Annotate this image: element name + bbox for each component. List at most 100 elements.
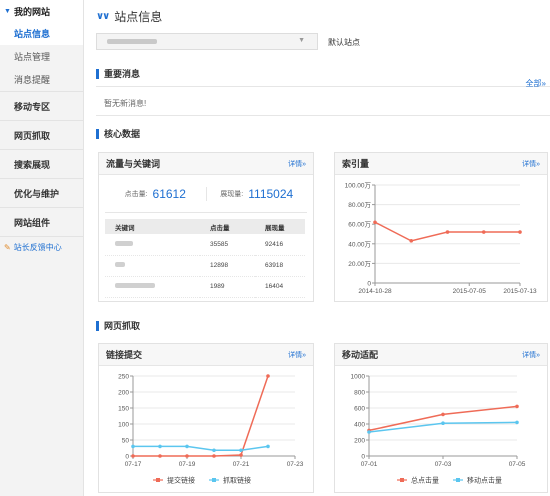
data-point	[212, 454, 216, 458]
sidebar-item-site-info[interactable]: 站点信息	[0, 22, 83, 45]
sidebar-item-mobile[interactable]: 移动专区	[0, 91, 83, 120]
page-title: ∨∨ 站点信息	[96, 6, 162, 26]
series-line	[133, 445, 269, 451]
legend-marker	[156, 478, 160, 482]
panel-title: 流量与关键词	[106, 159, 161, 169]
clicks-cell: 12898	[200, 255, 255, 277]
data-point	[481, 230, 486, 234]
y-tick-label: 600	[354, 406, 365, 413]
pencil-icon: ✎	[4, 243, 11, 252]
keyword-blurred	[115, 262, 125, 267]
panel-header: 移动适配 详情»	[335, 344, 547, 366]
data-point	[515, 420, 519, 425]
y-tick-label: 800	[354, 390, 365, 397]
sidebar: ▼ 我的网站 站点信息 站点管理 消息提醒 移动专区 网页抓取 搜索展现 优化与…	[0, 0, 84, 496]
data-point	[367, 430, 371, 434]
default-site-label: 默认站点	[328, 38, 360, 47]
data-point	[158, 444, 162, 449]
sidebar-item-site-manage[interactable]: 站点管理	[0, 45, 83, 68]
mobile-adapt-chart: 0 200 400 600 800 1000 07-01 07-03 07-05 总点击量 移动点击…	[351, 374, 526, 485]
legend-marker	[456, 478, 460, 482]
data-point	[131, 454, 135, 458]
section-important-messages: 重要消息	[96, 67, 140, 80]
sidebar-item-components[interactable]: 网站组件	[0, 207, 83, 236]
y-tick-label: 0	[361, 454, 365, 461]
y-tick-label: 250	[118, 374, 129, 381]
y-tick-label: 200	[118, 390, 129, 397]
data-point	[373, 220, 377, 225]
y-tick-label: 100.00万	[345, 182, 372, 190]
x-tick-label: 07-01	[361, 461, 378, 468]
no-messages-text: 暂无新消息!	[104, 99, 147, 108]
keyword-cell	[105, 255, 200, 277]
link-submit-chart: 0 50 100 150 200 250 07-17 07-19 07-21 07-23 提交链接 抓…	[118, 374, 304, 485]
data-point	[441, 412, 445, 417]
keyword-cell	[105, 276, 200, 298]
page-title-text: 站点信息	[114, 9, 163, 24]
traffic-detail-link[interactable]: 详情»	[288, 159, 306, 169]
section-bar	[96, 320, 99, 331]
panel-title: 移动适配	[342, 350, 379, 360]
y-tick-label: 200	[354, 438, 365, 445]
data-point	[212, 448, 216, 453]
mobile-adapt-panel: 移动适配 详情» 0 200 400 600 800 1000 07-01 07-03 07-0…	[334, 343, 548, 493]
sidebar-item-messages[interactable]: 消息提醒	[0, 68, 83, 91]
site-name-blurred	[107, 39, 157, 44]
index-chart: 0 20.00万 40.00万 60.00万 80.00万 100.00万 2014-10-…	[345, 182, 537, 296]
mobile-detail-link[interactable]: 详情»	[522, 350, 540, 360]
col-clicks: 点击量	[200, 219, 255, 234]
clicks-cell: 35585	[200, 234, 255, 256]
chevron-down-icon: ▼	[298, 37, 305, 44]
index-detail-link[interactable]: 详情»	[522, 159, 540, 169]
links-detail-link[interactable]: 详情»	[288, 350, 306, 360]
data-point	[131, 444, 135, 449]
feedback-label: 站长反馈中心	[13, 243, 62, 252]
sidebar-head-label: 我的网站	[13, 6, 50, 17]
data-point	[158, 454, 162, 458]
table-row: 1989 16404	[105, 276, 305, 298]
data-point	[266, 444, 270, 449]
panel-header: 流量与关键词 详情»	[99, 153, 313, 175]
data-point	[185, 454, 189, 458]
section-core-data: 核心数据	[96, 127, 140, 140]
clicks-cell: 1989	[200, 276, 255, 298]
y-tick-label: 1000	[351, 374, 366, 381]
y-tick-label: 60.00万	[348, 221, 371, 229]
y-tick-label: 50	[122, 438, 130, 445]
col-impressions: 展现量	[255, 219, 305, 234]
data-point	[239, 448, 243, 453]
site-select[interactable]: ▼	[96, 33, 318, 50]
sidebar-feedback-link[interactable]: ✎ 站长反馈中心	[0, 236, 83, 258]
clicks-label: 点击量:	[124, 190, 148, 198]
sidebar-item-crawl[interactable]: 网页抓取	[0, 120, 83, 149]
y-tick-label: 40.00万	[348, 240, 371, 248]
x-tick-label: 2015-07-05	[453, 288, 487, 295]
x-tick-label: 07-03	[435, 461, 452, 468]
y-tick-label: 0	[125, 454, 129, 461]
panel-title: 链接提交	[106, 350, 143, 360]
sidebar-my-site[interactable]: ▼ 我的网站	[0, 0, 83, 22]
data-point	[445, 230, 450, 234]
series-line	[133, 375, 269, 457]
sidebar-item-optimize[interactable]: 优化与维护	[0, 178, 83, 207]
y-tick-label: 0	[367, 281, 371, 288]
legend-marker	[400, 478, 404, 482]
keyword-cell	[105, 234, 200, 256]
keywords-table: 关键词 点击量 展现量 35585 92416 12898 63918 1989…	[105, 219, 305, 298]
main-content: ∨∨ 站点信息 ▼ 默认站点 重要消息 全部» 暂无新消息! 核心数据 流量与关…	[84, 0, 550, 496]
data-point	[239, 453, 243, 457]
x-tick-label: 07-17	[125, 461, 142, 468]
divider	[96, 86, 550, 87]
data-point	[266, 374, 270, 378]
chevron-logo-icon: ∨∨	[96, 10, 110, 22]
y-tick-label: 80.00万	[348, 201, 371, 209]
impressions-cell: 92416	[255, 234, 305, 256]
x-tick-label: 07-23	[287, 461, 304, 468]
section-title-text: 核心数据	[104, 129, 141, 139]
sidebar-item-search[interactable]: 搜索展现	[0, 149, 83, 178]
impressions-cell: 63918	[255, 255, 305, 277]
impressions-value: 1115024	[248, 186, 294, 201]
messages-box	[96, 88, 550, 116]
panel-title: 索引量	[342, 159, 370, 169]
legend-label: 移动点击量	[467, 476, 502, 485]
